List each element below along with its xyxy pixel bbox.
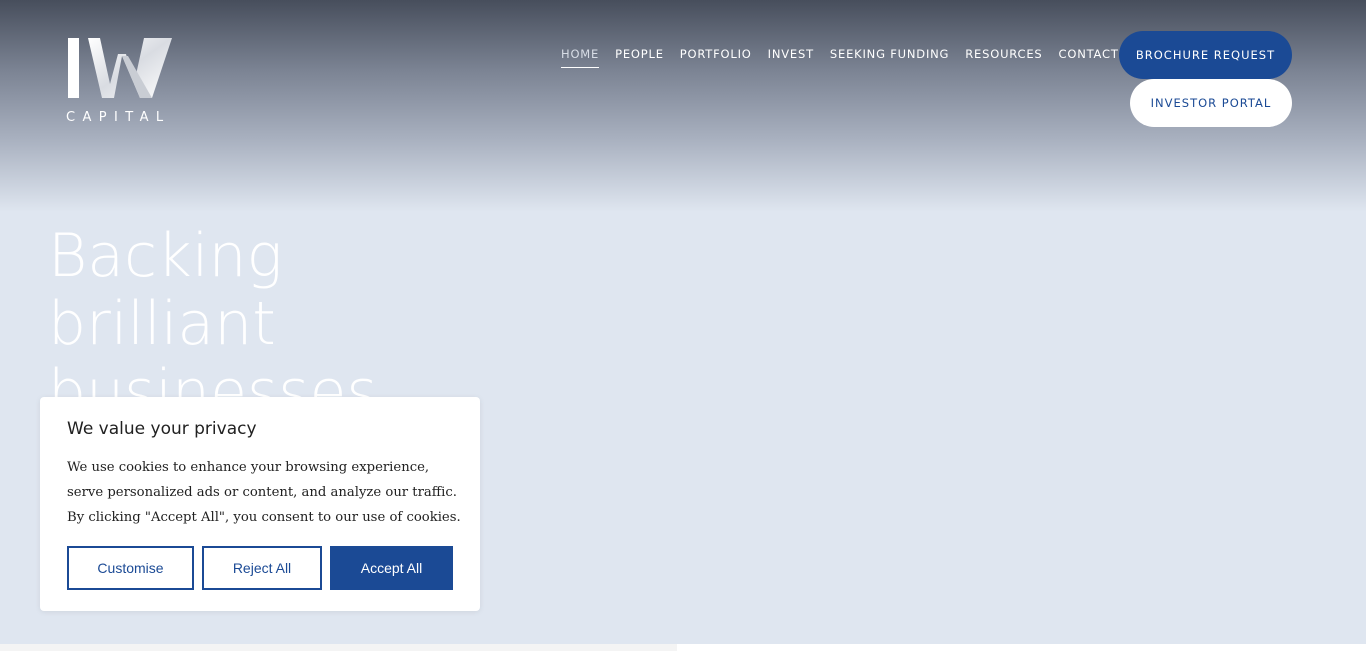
nav-item-people[interactable]: PEOPLE — [615, 47, 664, 68]
cookie-text: We use cookies to enhance your browsing … — [67, 460, 461, 525]
nav-item-home[interactable]: HOME — [561, 47, 600, 68]
nav-item-contact[interactable]: CONTACT — [1059, 47, 1119, 68]
logo-subtext: CAPITAL — [66, 110, 171, 125]
main-nav: HOME PEOPLE PORTFOLIO INVEST SEEKING FUN… — [561, 47, 1135, 68]
nav-item-seeking-funding[interactable]: SEEKING FUNDING — [830, 47, 949, 68]
cookie-consent-banner: We value your privacy We use cookies to … — [40, 397, 480, 611]
nav-item-resources[interactable]: RESOURCES — [965, 47, 1042, 68]
next-section-right — [677, 644, 1366, 651]
headline-line: businesses — [48, 357, 378, 398]
accept-all-button[interactable]: Accept All — [330, 546, 453, 590]
next-section-left — [0, 644, 677, 651]
customise-button[interactable]: Customise — [67, 546, 194, 590]
headline-line: brilliant — [48, 289, 276, 359]
iw-capital-logo[interactable]: CAPITAL — [66, 36, 176, 126]
brochure-request-button[interactable]: BROCHURE REQUEST — [1119, 31, 1292, 79]
reject-all-button[interactable]: Reject All — [202, 546, 322, 590]
nav-item-portfolio[interactable]: PORTFOLIO — [680, 47, 752, 68]
headline-line: Backing — [48, 222, 283, 291]
logo-mark-icon — [68, 38, 172, 98]
investor-portal-button[interactable]: INVESTOR PORTAL — [1130, 79, 1292, 127]
cookie-title: We value your privacy — [67, 419, 257, 439]
nav-item-invest[interactable]: INVEST — [768, 47, 814, 68]
hero-headline: Backing brilliant businesses — [48, 222, 468, 398]
